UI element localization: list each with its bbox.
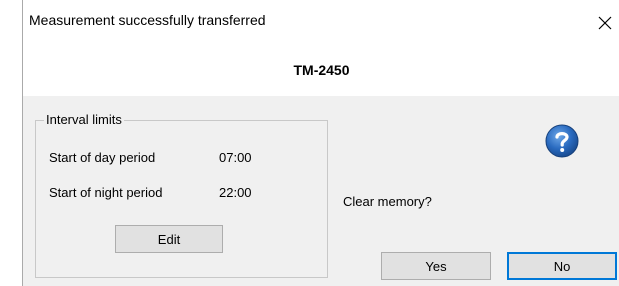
day-period-value: 07:00 — [219, 150, 252, 165]
clear-memory-question: Clear memory? — [343, 194, 432, 209]
night-period-label: Start of night period — [49, 185, 163, 200]
dialog-window: Measurement successfully transferred TM-… — [22, 0, 619, 286]
close-icon — [598, 16, 612, 30]
window-title: Measurement successfully transferred — [29, 12, 266, 28]
device-header: TM-2450 — [23, 46, 619, 96]
help-question-icon — [545, 124, 579, 158]
close-button[interactable] — [590, 6, 619, 40]
night-period-value: 22:00 — [219, 185, 252, 200]
no-button[interactable]: No — [507, 252, 617, 280]
edit-button[interactable]: Edit — [115, 225, 223, 253]
group-legend: Interval limits — [44, 112, 124, 127]
device-name: TM-2450 — [293, 62, 350, 78]
interval-limits-group: Interval limits Start of day period 07:0… — [35, 112, 328, 278]
yes-button[interactable]: Yes — [381, 252, 491, 280]
day-period-label: Start of day period — [49, 150, 156, 165]
title-bar: Measurement successfully transferred — [23, 0, 619, 46]
